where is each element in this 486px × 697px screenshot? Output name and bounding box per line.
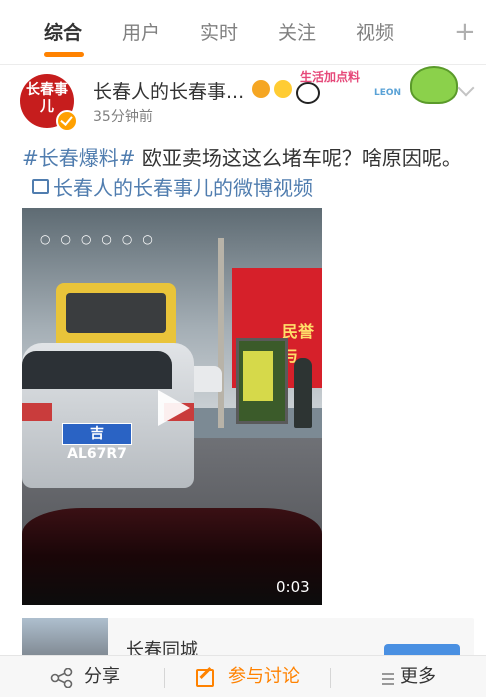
chevron-down-icon[interactable]: [457, 79, 475, 97]
license-plate: 吉AL67R7: [62, 423, 132, 462]
crown-badge-icon[interactable]: [252, 80, 270, 98]
tab-video[interactable]: 视频: [356, 20, 394, 46]
car-taillight-left: [22, 403, 52, 421]
action-divider: [330, 668, 331, 688]
frog-sticker-icon[interactable]: [410, 66, 458, 104]
top-tab-bar: 综合 用户 实时 关注 视频 +: [0, 0, 486, 65]
sign-panel: [243, 351, 273, 401]
life-sticker-badge[interactable]: 生活加点料 LEON: [300, 70, 401, 100]
edit-icon: [196, 669, 214, 687]
sticker-text: 生活加点料: [300, 70, 361, 84]
video-frame-person: [294, 358, 312, 428]
menu-icon: [382, 673, 394, 685]
video-frame-pole: [218, 238, 224, 428]
sticker-subtext: LEON: [374, 88, 402, 98]
tab-users[interactable]: 用户: [122, 20, 160, 46]
discuss-button[interactable]: 参与讨论: [228, 666, 300, 688]
post-username[interactable]: 长春人的长春事...: [93, 80, 244, 104]
video-frame-bus-stop-sign: [236, 338, 288, 424]
post-body: #长春爆料# 欧亚卖场这这么堵车呢？啥原因呢。 长春人的长春事儿的微博视频: [22, 143, 462, 203]
member-badge-icon[interactable]: [274, 80, 292, 98]
post-text: 欧亚卖场这这么堵车呢？啥原因呢。: [141, 146, 462, 170]
add-tab-icon[interactable]: +: [454, 18, 476, 46]
more-button[interactable]: 更多: [400, 666, 436, 688]
post-timestamp: 35分钟前: [93, 109, 153, 125]
car-rear-window: [22, 351, 172, 389]
bus-window: [66, 293, 166, 333]
bottom-action-bar: 分享 参与讨论 更多: [0, 655, 486, 697]
video-player[interactable]: 民誉与 吉AL67R7 ○○○○○○ 0:03: [22, 208, 322, 605]
video-duration: 0:03: [276, 578, 310, 596]
tab-following[interactable]: 关注: [278, 20, 316, 46]
tab-comprehensive[interactable]: 综合: [44, 20, 82, 46]
hashtag-link[interactable]: #长春爆料#: [22, 146, 136, 170]
play-icon[interactable]: [158, 390, 190, 426]
active-tab-indicator: [44, 52, 84, 57]
share-icon: [50, 668, 73, 688]
verified-badge-icon: [56, 110, 78, 132]
video-link-label: 长春人的长春事儿的微博视频: [53, 176, 313, 200]
share-button[interactable]: 分享: [84, 666, 120, 688]
video-progress-dots-icon: ○○○○○○: [40, 232, 163, 246]
video-icon: [32, 179, 49, 194]
video-link[interactable]: 长春人的长春事儿的微博视频: [32, 176, 313, 200]
action-divider: [164, 668, 165, 688]
tab-realtime[interactable]: 实时: [200, 20, 238, 46]
